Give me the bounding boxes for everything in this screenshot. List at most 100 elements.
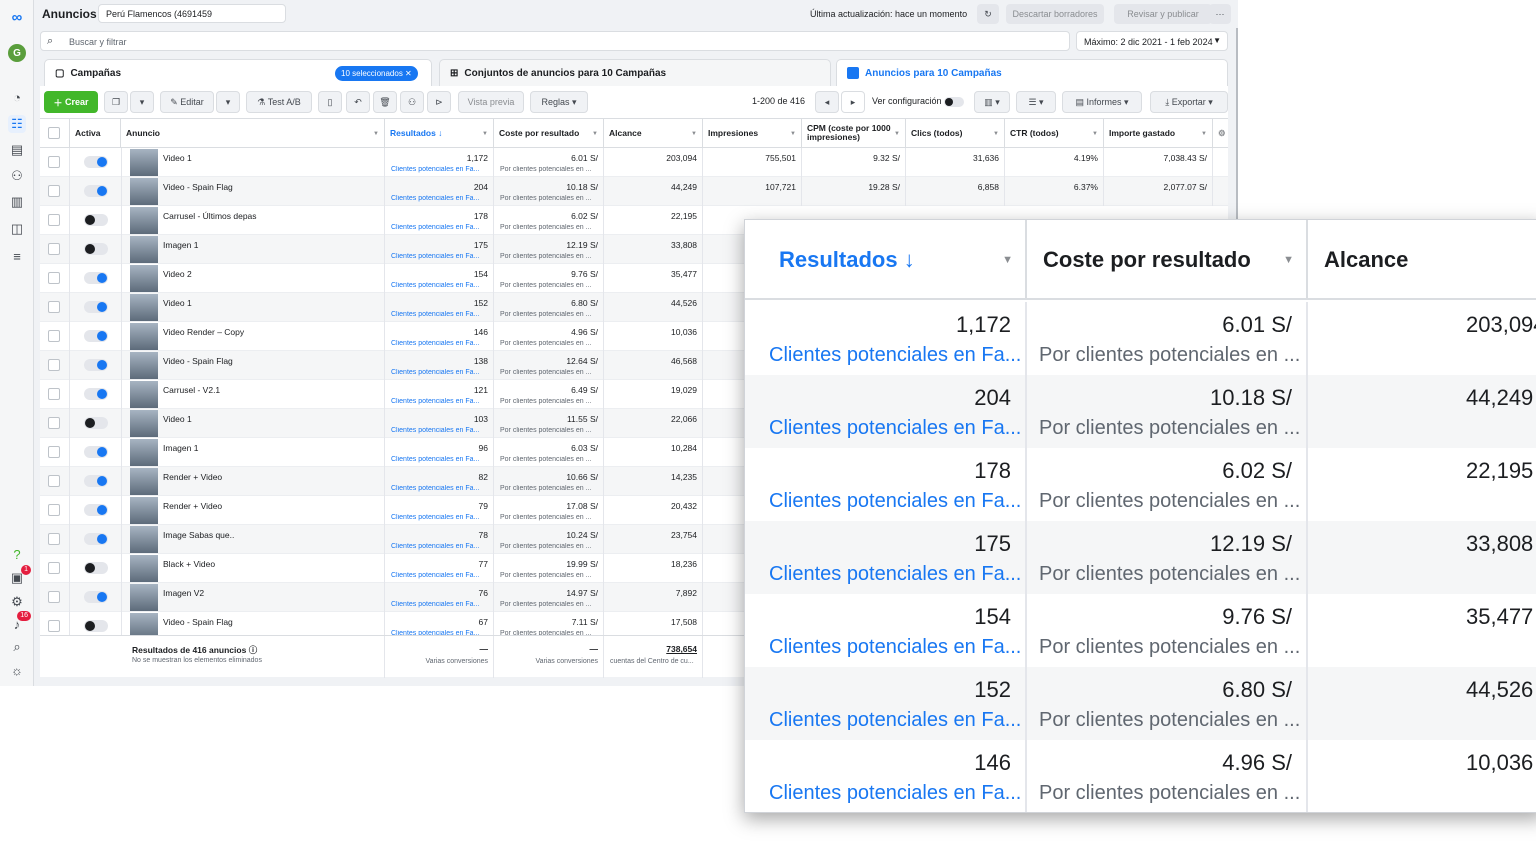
zoom-col-cost[interactable]: Coste por resultado ▼ (1027, 220, 1308, 300)
row-checkbox[interactable] (48, 417, 60, 429)
row-checkbox[interactable] (48, 475, 60, 487)
view-config-toggle[interactable] (944, 97, 964, 107)
ad-name[interactable]: Imagen V2 (163, 588, 204, 598)
export-button[interactable]: ⤓ Exportar ▾ (1150, 91, 1228, 113)
active-toggle[interactable] (84, 504, 108, 516)
active-toggle[interactable] (84, 156, 108, 168)
results-sublabel[interactable]: Clientes potenciales en Fa... (391, 514, 483, 521)
col-results[interactable]: Resultados ↓ ▼ (385, 119, 494, 148)
results-sublabel[interactable]: Clientes potenciales en Fa... (391, 398, 483, 405)
ad-thumbnail[interactable] (130, 497, 158, 524)
ad-name[interactable]: Render + Video (163, 472, 222, 482)
col-ctr[interactable]: CTR (todos) ▼ (1005, 119, 1104, 148)
ad-thumbnail[interactable] (130, 265, 158, 292)
results-sublabel[interactable]: Clientes potenciales en Fa... (391, 340, 483, 347)
ad-thumbnail[interactable] (130, 352, 158, 379)
ad-name[interactable]: Video - Spain Flag (163, 617, 233, 627)
row-checkbox[interactable] (48, 330, 60, 342)
people-button[interactable]: ⚇ (400, 91, 424, 113)
tab-campaigns[interactable]: ▢ Campañas 10 seleccionados ✕ (44, 59, 432, 86)
undo-button[interactable]: ↶ (346, 91, 370, 113)
dashboard-icon[interactable]: ◔ (8, 88, 26, 106)
results-sublabel[interactable]: Clientes potenciales en Fa... (391, 166, 483, 173)
reports-button[interactable]: ▤ Informes ▾ (1062, 91, 1142, 113)
active-toggle[interactable] (84, 243, 108, 255)
date-range-picker[interactable]: Máximo: 2 dic 2021 - 1 feb 2024 ▼ (1076, 31, 1228, 51)
ad-thumbnail[interactable] (130, 584, 158, 611)
ab-test-button[interactable]: ⚗ Test A/B (246, 91, 312, 113)
bug-report-icon[interactable]: ☼ (8, 661, 26, 679)
meta-logo-icon[interactable]: ∞ (8, 8, 26, 26)
col-clicks[interactable]: Clics (todos) ▼ (906, 119, 1005, 148)
notifications-icon[interactable]: ▣ 1 (8, 565, 31, 587)
review-publish-button[interactable]: Revisar y publicar (1114, 4, 1212, 24)
row-checkbox[interactable] (48, 185, 60, 197)
active-toggle[interactable] (84, 533, 108, 545)
breakdown-button[interactable]: ☰ ▾ (1016, 91, 1056, 113)
tab-adsets[interactable]: ⊞ Conjuntos de anuncios para 10 Campañas (439, 59, 831, 86)
search-input[interactable]: Buscar y filtrar (69, 37, 127, 47)
avatar[interactable]: G (8, 44, 26, 62)
ad-thumbnail[interactable] (130, 439, 158, 466)
next-page-button[interactable]: ▸ (841, 91, 865, 113)
catalog-icon[interactable]: ▥ (8, 193, 26, 211)
ad-name[interactable]: Imagen 1 (163, 443, 198, 453)
more-options-button[interactable]: ··· (1209, 4, 1231, 24)
ad-name[interactable]: Carrusel - Últimos depas (163, 211, 257, 221)
zoom-results-sublabel[interactable]: Clientes potenciales en Fa... (769, 563, 1021, 586)
row-checkbox[interactable] (48, 620, 60, 632)
ad-name[interactable]: Video - Spain Flag (163, 356, 233, 366)
zoom-results-sublabel[interactable]: Clientes potenciales en Fa... (769, 709, 1021, 732)
row-checkbox[interactable] (48, 243, 60, 255)
ad-thumbnail[interactable] (130, 236, 158, 263)
edit-dropdown[interactable]: ▾ (216, 91, 240, 113)
search-icon[interactable]: ⌕ (8, 638, 26, 656)
create-button[interactable]: ＋ Crear (44, 91, 98, 113)
row-checkbox[interactable] (48, 562, 60, 574)
audiences-icon[interactable]: ⚇ (8, 167, 26, 185)
ad-thumbnail[interactable] (130, 294, 158, 321)
ad-thumbnail[interactable] (130, 178, 158, 205)
zoom-results-sublabel[interactable]: Clientes potenciales en Fa... (769, 636, 1021, 659)
duplicate-dropdown[interactable]: ▾ (130, 91, 154, 113)
active-toggle[interactable] (84, 446, 108, 458)
ad-thumbnail[interactable] (130, 149, 158, 176)
ad-name[interactable]: Carrusel - V2.1 (163, 385, 220, 395)
row-checkbox[interactable] (48, 272, 60, 284)
zoom-results-sublabel[interactable]: Clientes potenciales en Fa... (769, 344, 1021, 367)
clipboard-button[interactable]: ▯ (318, 91, 342, 113)
tab-ads[interactable]: Anuncios para 10 Campañas (836, 59, 1228, 86)
prev-page-button[interactable]: ◂ (815, 91, 839, 113)
results-sublabel[interactable]: Clientes potenciales en Fa... (391, 485, 483, 492)
results-sublabel[interactable]: Clientes potenciales en Fa... (391, 601, 483, 608)
ad-name[interactable]: Video 2 (163, 269, 192, 279)
search-filter-bar[interactable]: ⌕ Buscar y filtrar (40, 31, 1070, 51)
account-selector[interactable]: Perú Flamencos (4691459 (98, 4, 286, 23)
edit-button[interactable]: ✎ Editar (160, 91, 214, 113)
col-active[interactable]: Activa (70, 119, 121, 148)
ad-name[interactable]: Video Render – Copy (163, 327, 244, 337)
results-sublabel[interactable]: Clientes potenciales en Fa... (391, 543, 483, 550)
ad-thumbnail[interactable] (130, 207, 158, 234)
rules-button[interactable]: Reglas ▾ (530, 91, 588, 113)
active-toggle[interactable] (84, 591, 108, 603)
ad-name[interactable]: Video 1 (163, 414, 192, 424)
active-toggle[interactable] (84, 620, 108, 632)
results-sublabel[interactable]: Clientes potenciales en Fa... (391, 224, 483, 231)
col-cost[interactable]: Coste por resultado ▼ (494, 119, 604, 148)
delete-button[interactable]: 🗑 (373, 91, 397, 113)
zoom-col-results[interactable]: Resultados ↓ ▼ (745, 220, 1027, 300)
ad-name[interactable]: Black + Video (163, 559, 215, 569)
results-sublabel[interactable]: Clientes potenciales en Fa... (391, 369, 483, 376)
select-all-checkbox[interactable] (48, 127, 60, 139)
active-toggle[interactable] (84, 417, 108, 429)
zoom-results-sublabel[interactable]: Clientes potenciales en Fa... (769, 417, 1021, 440)
media-icon[interactable]: ◫ (8, 220, 26, 238)
columns-button[interactable]: ▥ ▾ (974, 91, 1010, 113)
ad-thumbnail[interactable] (130, 410, 158, 437)
col-cpm[interactable]: CPM (coste por 1000 impresiones) ▼ (802, 119, 906, 148)
ads-table-icon[interactable]: ☷ (8, 115, 26, 133)
preview-button[interactable]: Vista previa (458, 91, 524, 113)
ad-thumbnail[interactable] (130, 323, 158, 350)
row-checkbox[interactable] (48, 156, 60, 168)
